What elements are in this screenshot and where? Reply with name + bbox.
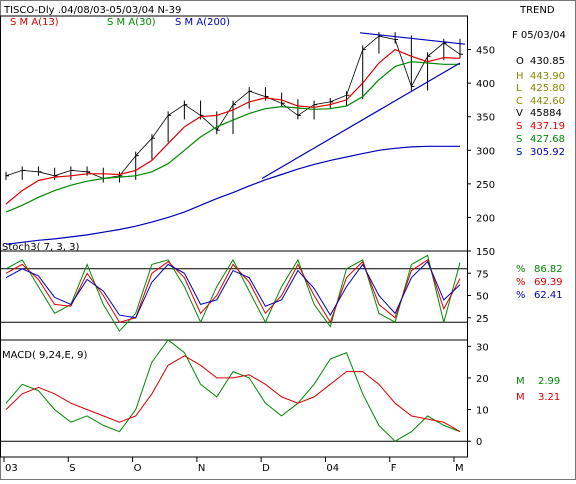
readout-volume-value: 45884 — [530, 108, 562, 119]
readout-open-label: O — [516, 56, 524, 67]
chart-frame — [0, 0, 576, 480]
symbol-info: TISCO-Dly .04/08/03-05/03/04 N-39 — [3, 5, 181, 16]
trend-label: TREND — [519, 5, 555, 16]
readout-sma13-value: 437.19 — [530, 121, 565, 132]
readout-sma30-value: 427.68 — [530, 134, 565, 145]
macd-y-tick-label: 20 — [476, 374, 489, 385]
sma200-label: S M A(200) — [175, 17, 230, 28]
readout-stoch-k-value: 86.82 — [534, 264, 563, 275]
x-tick-label: 03 — [5, 463, 18, 474]
readout-low-value: 425.80 — [530, 83, 565, 94]
readout-macd-label: M — [516, 376, 525, 387]
chart-window: TISCO-Dly .04/08/03-05/03/04 N-39 S M A(… — [0, 0, 576, 480]
readout-date: F 05/03/04 — [512, 30, 566, 41]
x-tick-label: S — [69, 463, 75, 474]
x-tick-label: N — [198, 463, 205, 474]
readout-stoch-d2-label: % — [516, 290, 526, 301]
macd-y-tick-label: 30 — [476, 342, 489, 353]
readout-macd-value: 2.99 — [538, 376, 560, 387]
price-y-tick-label: 350 — [476, 113, 495, 124]
price-y-tick-label: 300 — [476, 146, 495, 157]
price-y-tick-label: 200 — [476, 213, 495, 224]
x-tick-label: D — [262, 463, 270, 474]
readout-low-label: L — [516, 83, 522, 94]
readout-close-label: C — [516, 96, 523, 107]
readout-volume-label: V — [516, 108, 523, 119]
readout-high-label: H — [516, 71, 524, 82]
price-y-tick-label: 150 — [476, 247, 495, 258]
stoch-y-tick-label: 25 — [476, 314, 489, 325]
macd-title: MACD( 9,24,E, 9) — [2, 350, 88, 361]
sma13-label: S M A(13) — [10, 17, 59, 28]
readout-stoch-d1-value: 69.39 — [534, 277, 563, 288]
readout-stoch-d2-value: 62.41 — [534, 290, 563, 301]
readout-open-value: 430.85 — [530, 56, 565, 67]
price-y-tick-label: 250 — [476, 180, 495, 191]
readout-stoch-k-label: % — [516, 264, 526, 275]
readout-close-value: 442.60 — [530, 96, 565, 107]
stoch-y-tick-label: 50 — [476, 292, 489, 303]
price-y-tick-label: 400 — [476, 79, 495, 90]
x-tick-label: F — [391, 463, 397, 474]
readout-sma30-label: S — [516, 134, 522, 145]
readout-high-value: 443.90 — [530, 71, 565, 82]
readout-macd-signal-value: 3.21 — [538, 392, 560, 403]
sma30-label: S M A(30) — [107, 17, 156, 28]
x-tick-label: M — [455, 463, 464, 474]
price-y-tick-label: 450 — [476, 46, 495, 57]
stoch-y-tick-label: 75 — [476, 269, 489, 280]
technical-chart: TISCO-Dly .04/08/03-05/03/04 N-39 S M A(… — [0, 0, 576, 480]
macd-y-tick-label: 0 — [476, 437, 482, 448]
readout-sma200-label: S — [516, 147, 522, 158]
macd-y-tick-label: 10 — [476, 406, 489, 417]
x-tick-label: 04 — [326, 463, 339, 474]
readout-sma13-label: S — [516, 121, 522, 132]
readout-stoch-d1-label: % — [516, 277, 526, 288]
readout-macd-signal-label: M — [516, 392, 525, 403]
readout-sma200-value: 305.92 — [530, 147, 565, 158]
x-tick-label: O — [134, 463, 142, 474]
